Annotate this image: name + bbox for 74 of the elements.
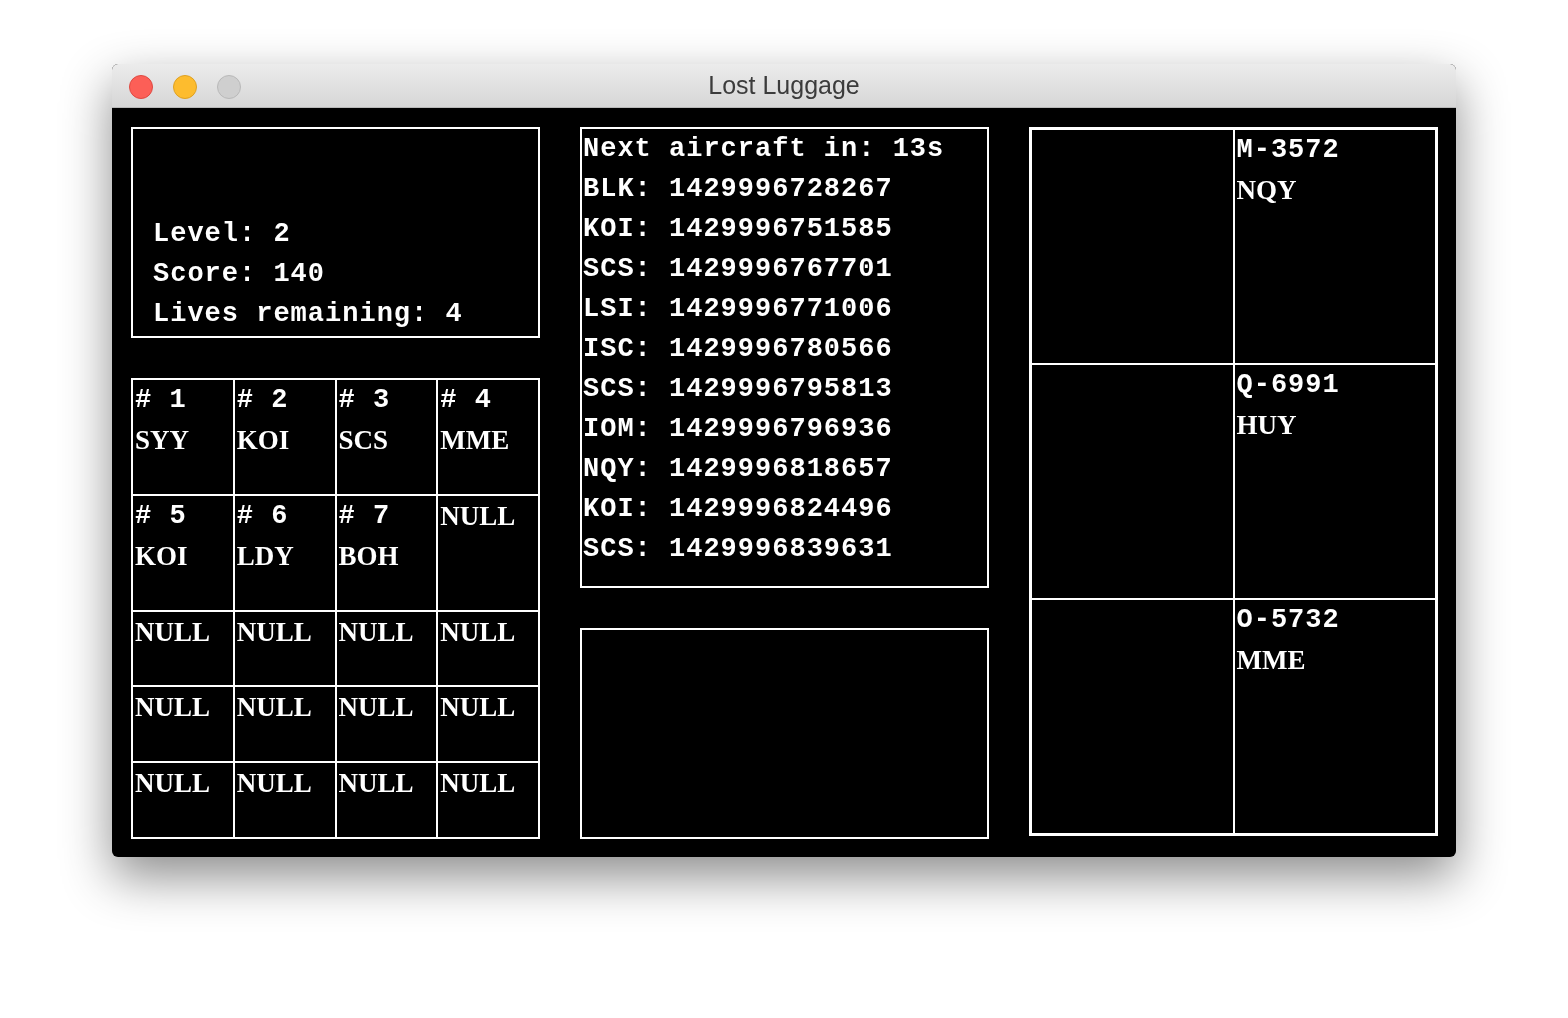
empty-label: NULL — [440, 691, 517, 725]
schedule-entry: IOM: 1429996796936 — [582, 413, 894, 446]
schedule-entry: KOI: 1429996751585 — [582, 213, 894, 246]
gate-number: # 4 — [440, 384, 493, 417]
gate-cell[interactable]: NULL — [335, 762, 438, 838]
airport-code: LDY — [236, 539, 295, 573]
schedule-entry: SCS: 1429996767701 — [582, 253, 894, 286]
window-title: Lost Luggage — [708, 69, 860, 101]
aircraft-cell[interactable]: Q-6991 HUY — [1233, 364, 1436, 599]
schedule-entry: SCS: 1429996795813 — [582, 373, 894, 406]
aircraft-cell[interactable]: M-3572 NQY — [1233, 129, 1436, 364]
gate-number: # 3 — [338, 384, 392, 417]
airport-code: KOI — [236, 424, 291, 457]
countdown-text: Next aircraft in: 13s — [582, 133, 946, 166]
gate-cell[interactable]: NULL — [132, 686, 234, 763]
schedule-entry: BLK: 1429996728267 — [582, 173, 894, 206]
aircraft-id: Q-6991 — [1236, 369, 1341, 402]
gate-cell[interactable]: NULL — [132, 610, 234, 687]
empty-label: NULL — [236, 615, 313, 649]
gate-cell[interactable]: # 6 LDY — [233, 494, 336, 611]
gate-number: # 1 — [135, 384, 188, 417]
empty-label: NULL — [440, 767, 517, 801]
empty-label: NULL — [236, 767, 313, 801]
schedule-entry: LSI: 1429996771006 — [582, 293, 894, 326]
gate-cell[interactable]: NULL — [437, 686, 539, 763]
gate-number: # 6 — [236, 499, 290, 533]
aircraft-id: O-5732 — [1236, 604, 1341, 637]
airport-code: NQY — [1236, 174, 1298, 207]
empty-label: NULL — [338, 767, 415, 801]
aircraft-cell[interactable]: O-5732 MME — [1233, 599, 1436, 834]
gate-number: # 7 — [338, 499, 392, 533]
empty-label: NULL — [236, 691, 313, 725]
empty-label: NULL — [338, 691, 415, 725]
empty-label: NULL — [135, 767, 211, 801]
empty-label: NULL — [338, 615, 415, 649]
gate-cell[interactable]: NULL — [233, 686, 336, 763]
empty-label: NULL — [135, 615, 211, 649]
gate-cell[interactable]: NULL — [335, 686, 438, 763]
gate-cell[interactable]: NULL — [132, 762, 234, 838]
gate-cell[interactable]: NULL — [437, 494, 539, 611]
status-text: Score: 140 — [153, 258, 327, 291]
aircraft-id: M-3572 — [1236, 134, 1341, 167]
airport-code: BOH — [338, 539, 400, 573]
airport-code: MME — [1236, 644, 1307, 677]
schedule-entry: ISC: 1429996780566 — [582, 333, 894, 366]
gate-number: # 5 — [135, 499, 188, 533]
zoom-button[interactable] — [217, 75, 241, 99]
gate-cell[interactable]: # 7 BOH — [335, 494, 438, 611]
minimize-button[interactable] — [173, 75, 197, 99]
schedule-entry: NQY: 1429996818657 — [582, 453, 894, 486]
empty-label: NULL — [440, 499, 517, 533]
airport-code: KOI — [135, 539, 189, 573]
gate-cell[interactable]: # 2 KOI — [233, 379, 336, 495]
gate-cell[interactable]: # 4 MME — [437, 379, 539, 495]
status-text: Level: 2 — [153, 218, 292, 251]
empty-label: NULL — [440, 615, 517, 649]
schedule-entry: KOI: 1429996824496 — [582, 493, 894, 526]
schedule-entry: SCS: 1429996839631 — [582, 533, 894, 566]
airport-code: MME — [440, 424, 511, 457]
gate-cell[interactable]: NULL — [233, 762, 336, 838]
status-text: Lives remaining: 4 — [153, 298, 464, 331]
gate-cell[interactable]: # 1 SYY — [132, 379, 234, 495]
empty-label: NULL — [135, 691, 211, 725]
gate-cell[interactable]: NULL — [233, 610, 336, 687]
close-button[interactable] — [129, 75, 153, 99]
gate-cell[interactable]: NULL — [437, 762, 539, 838]
airport-code: SYY — [135, 424, 190, 457]
airport-code: HUY — [1236, 409, 1298, 442]
gate-cell[interactable]: NULL — [335, 610, 438, 687]
gate-number: # 2 — [236, 384, 290, 417]
gate-cell[interactable]: # 5 KOI — [132, 494, 234, 611]
airport-code: SCS — [338, 424, 390, 457]
gate-cell[interactable]: # 3 SCS — [335, 379, 438, 495]
gate-cell[interactable]: NULL — [437, 610, 539, 687]
